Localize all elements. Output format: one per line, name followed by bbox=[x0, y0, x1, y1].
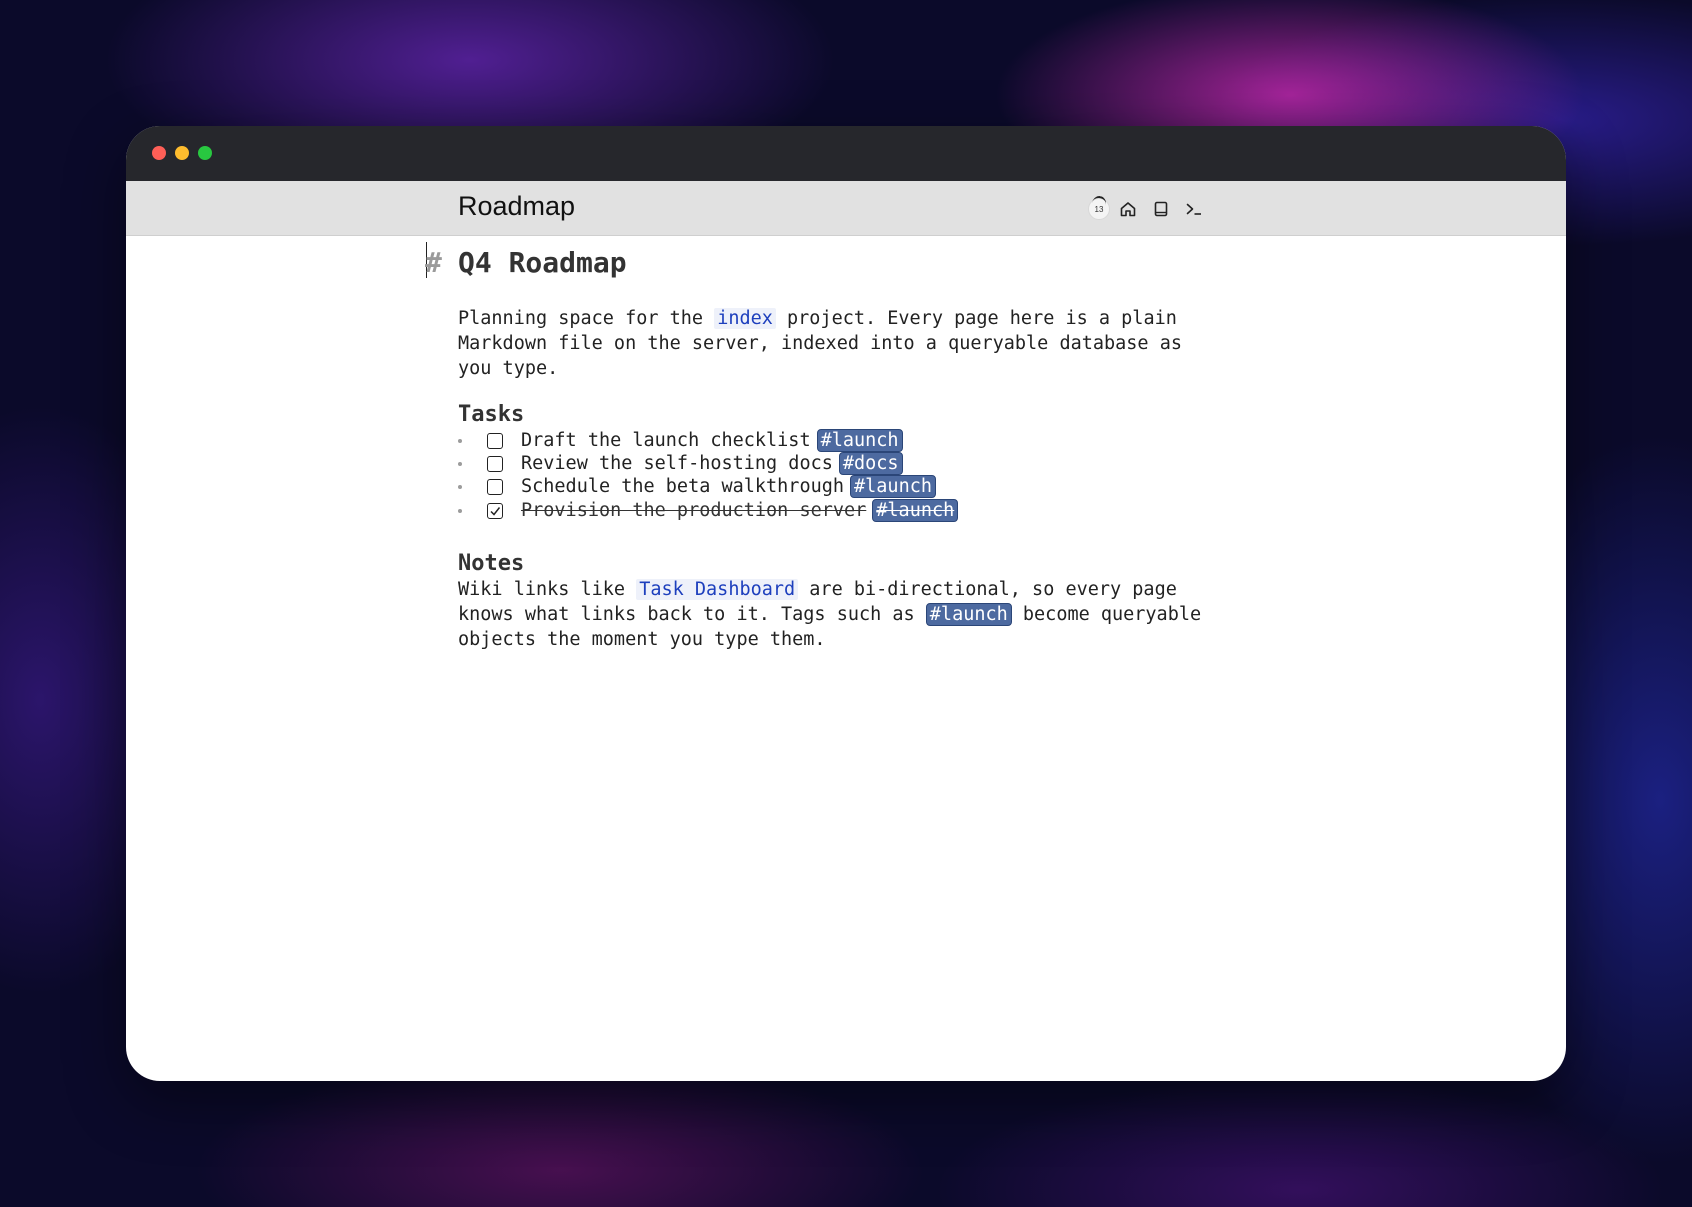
task-item: Draft the launch checklist #launch bbox=[458, 428, 1158, 453]
task-item-completed: Provision the production server #launch bbox=[458, 498, 1158, 523]
tag-pill[interactable]: #launch bbox=[925, 603, 1012, 626]
bullet bbox=[458, 509, 462, 513]
task-item: Schedule the beta walkthrough #launch bbox=[458, 474, 1158, 499]
task-list: Draft the launch checklist #launch Review… bbox=[458, 428, 1158, 523]
page-header: Roadmap 13 bbox=[126, 181, 1566, 236]
notes-heading: Notes bbox=[458, 551, 525, 576]
task-checkbox[interactable] bbox=[487, 433, 503, 449]
tag-pill[interactable]: #launch bbox=[872, 499, 959, 522]
tag-pill[interactable]: #launch bbox=[850, 475, 936, 498]
title-bar bbox=[126, 126, 1566, 181]
intro-text: Planning space for the bbox=[458, 308, 715, 329]
task-checkbox-checked[interactable] bbox=[487, 503, 503, 519]
page-title-text: Q4 Roadmap bbox=[458, 246, 627, 279]
task-item: Review the self-hosting docs #docs bbox=[458, 451, 1158, 476]
checkmark-icon bbox=[490, 507, 501, 516]
minimize-window-button[interactable] bbox=[175, 146, 189, 160]
heading-marker: # bbox=[425, 246, 442, 279]
page-name[interactable]: Roadmap bbox=[458, 191, 575, 222]
tasks-heading: Tasks bbox=[458, 402, 525, 427]
tag-pill[interactable]: #launch bbox=[816, 429, 903, 452]
notes-paragraph: Wiki links like Task Dashboard are bi-di… bbox=[458, 577, 1218, 652]
task-label: Draft the launch checklist bbox=[521, 430, 811, 451]
bullet bbox=[458, 439, 462, 443]
sync-icon[interactable]: 13 bbox=[1088, 198, 1110, 220]
page-title: # Q4 Roadmap bbox=[425, 246, 627, 279]
task-checkbox[interactable] bbox=[487, 456, 503, 472]
task-dashboard-link[interactable]: Task Dashboard bbox=[636, 579, 799, 600]
terminal-icon[interactable] bbox=[1179, 194, 1209, 224]
book-icon[interactable] bbox=[1146, 194, 1176, 224]
editor[interactable]: # Q4 Roadmap Planning space for the inde… bbox=[126, 236, 1566, 1081]
bullet bbox=[458, 485, 462, 489]
index-link[interactable]: index bbox=[714, 308, 776, 329]
notes-text: Wiki links like bbox=[458, 579, 637, 600]
header-actions: 13 bbox=[1088, 194, 1209, 224]
home-icon[interactable] bbox=[1113, 194, 1143, 224]
task-label: Schedule the beta walkthrough bbox=[521, 476, 845, 497]
intro-paragraph: Planning space for the index project. Ev… bbox=[458, 306, 1218, 381]
bullet bbox=[458, 462, 462, 466]
close-window-button[interactable] bbox=[152, 146, 166, 160]
zoom-window-button[interactable] bbox=[198, 146, 212, 160]
task-label: Review the self-hosting docs bbox=[521, 453, 833, 474]
app-window: Roadmap 13 # Q4 Roadmap Planning space f… bbox=[126, 126, 1566, 1081]
tag-pill[interactable]: #docs bbox=[838, 452, 903, 475]
task-label: Provision the production server bbox=[521, 500, 867, 521]
task-checkbox[interactable] bbox=[487, 479, 503, 495]
